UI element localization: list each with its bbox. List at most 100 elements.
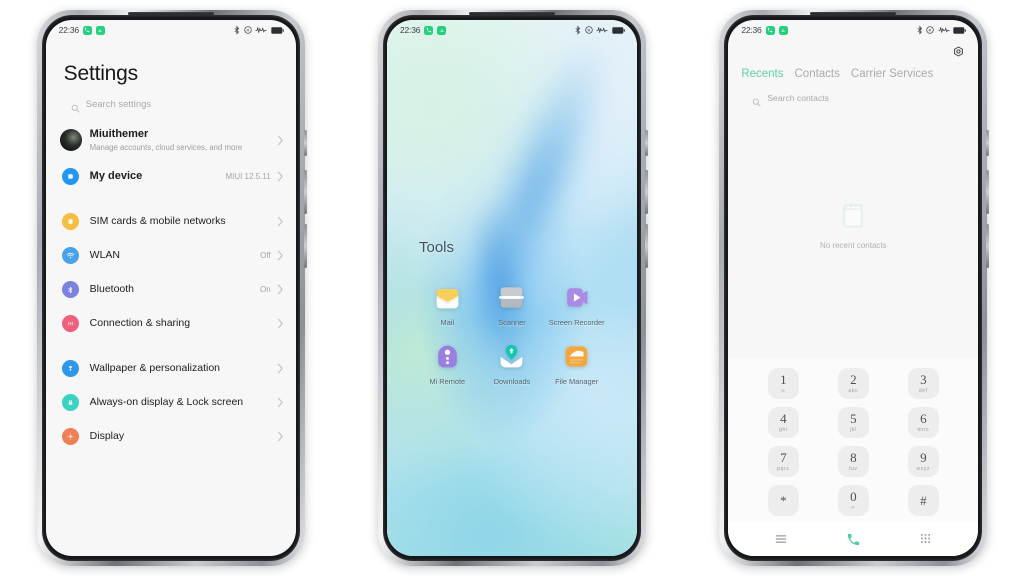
status-time: 22:36: [399, 25, 421, 35]
earpiece-speaker: [468, 12, 555, 15]
settings-row-wallpaper[interactable]: Wallpaper & personalization: [46, 352, 296, 386]
status-bar-right: R: [575, 25, 625, 35]
app-mi-remote[interactable]: Mi Remote: [415, 341, 480, 386]
earpiece-speaker: [810, 12, 897, 15]
download-badge-icon: [437, 25, 447, 35]
settings-label-display: Display: [89, 430, 125, 443]
settings-row-wlan[interactable]: WLAN Off: [46, 239, 296, 273]
lock-icon: [61, 394, 79, 412]
bluetooth-icon: [917, 25, 922, 35]
app-screen-recorder[interactable]: Screen Recorder: [544, 282, 609, 327]
dialpad-key-9[interactable]: 9 wxyz: [907, 446, 939, 477]
settings-row-always-on-display[interactable]: Always-on display & Lock screen: [46, 386, 296, 420]
dialpad-key-hash[interactable]: #: [907, 485, 939, 516]
dialpad-key-8[interactable]: 8 tuv: [837, 446, 869, 477]
chevron-right-icon: [277, 363, 284, 374]
dnd-icon: R: [244, 26, 252, 34]
phone-badge-icon: [424, 25, 434, 35]
menu-icon[interactable]: [774, 532, 788, 546]
power-button[interactable]: [986, 130, 990, 156]
dialpad-key-4-sub: ghi: [779, 426, 788, 433]
dialpad-key-6[interactable]: 6 mno: [907, 407, 939, 438]
settings-row-display[interactable]: Display: [46, 420, 296, 454]
volume-down-button[interactable]: [644, 224, 648, 268]
search-icon: [71, 100, 80, 113]
settings-row-account[interactable]: Miuithemer Manage accounts, cloud servic…: [46, 121, 296, 160]
download-badge-icon: [95, 25, 105, 35]
account-name: Miuithemer: [89, 128, 149, 140]
file-manager-icon: [561, 341, 592, 372]
settings-row-my-device[interactable]: My device MIUI 12.5.11: [46, 160, 296, 194]
status-bar: 22:36 R: [46, 20, 296, 40]
app-scanner[interactable]: Scanner: [480, 282, 545, 327]
chevron-right-icon: [277, 284, 284, 295]
bluetooth-icon: [575, 25, 581, 35]
settings-label-my-device: My device: [89, 170, 143, 182]
device-icon: [61, 168, 79, 186]
svg-text:R: R: [246, 28, 249, 33]
dialpad-key-0[interactable]: 0 +: [837, 485, 869, 516]
status-bar-right: R: [917, 25, 967, 35]
chevron-right-icon: [277, 397, 284, 408]
power-button[interactable]: [303, 130, 307, 156]
search-settings-field[interactable]: Search settings: [46, 86, 296, 113]
mi-remote-icon: [432, 341, 463, 372]
tab-carrier-services[interactable]: Carrier Services: [851, 68, 933, 80]
tab-contacts[interactable]: Contacts: [795, 68, 840, 80]
svg-text:R: R: [588, 28, 591, 33]
signal-wave-icon: [596, 27, 608, 33]
app-mail[interactable]: Mail: [415, 282, 480, 327]
empty-state: No recent contacts: [728, 103, 978, 358]
dialpad-key-5[interactable]: 5 jkl: [837, 407, 869, 438]
dialpad-key-5-num: 5: [850, 411, 857, 427]
app-label-scanner: Scanner: [498, 318, 526, 327]
dialpad-key-hash-num: #: [920, 493, 927, 508]
dialpad-key-2-sub: abc: [848, 387, 859, 394]
scanner-icon: [496, 282, 527, 313]
volume-up-button[interactable]: [644, 170, 648, 214]
chevron-right-icon: [277, 431, 284, 442]
dialpad-key-8-num: 8: [850, 450, 857, 466]
status-bar: 22:36 R: [728, 20, 978, 40]
settings-row-sim-cards[interactable]: SIM cards & mobile networks: [46, 205, 296, 239]
search-icon: [752, 94, 761, 106]
power-button[interactable]: [644, 130, 648, 156]
status-time: 22:36: [741, 25, 762, 35]
dialpad-key-7[interactable]: 7 pqrs: [767, 446, 799, 477]
dialpad-key-star[interactable]: *: [767, 485, 799, 516]
status-bar: 22:36 R: [387, 20, 637, 40]
phone-device-dialer: 22:36 R Recents Contacts Carrier Service…: [719, 10, 990, 566]
dialpad-key-0-num: 0: [850, 489, 857, 505]
settings-row-connection-sharing[interactable]: Connection & sharing: [46, 307, 296, 341]
download-badge-icon: [778, 25, 788, 35]
status-bar-left: 22:36: [741, 25, 788, 35]
call-icon[interactable]: [846, 532, 860, 546]
volume-down-button[interactable]: [986, 224, 990, 268]
app-label-downloads: Downloads: [493, 377, 531, 387]
dialpad-icon[interactable]: [919, 532, 933, 546]
dialpad-key-star-num: *: [780, 493, 787, 508]
settings-row-bluetooth[interactable]: Bluetooth On: [46, 273, 296, 307]
dialpad-key-4[interactable]: 4 ghi: [767, 407, 799, 438]
dialpad-key-2[interactable]: 2 abc: [837, 368, 869, 399]
settings-label-wlan: WLAN: [89, 249, 120, 262]
app-file-manager[interactable]: File Manager: [544, 341, 609, 386]
tab-recents[interactable]: Recents: [741, 68, 783, 80]
settings-label-wallpaper: Wallpaper & personalization: [89, 362, 221, 375]
dialpad-key-3[interactable]: 3 def: [907, 368, 939, 399]
settings-label-always-on-display: Always-on display & Lock screen: [89, 396, 244, 409]
volume-up-button[interactable]: [986, 170, 990, 214]
search-contacts-field[interactable]: Search contacts: [728, 80, 978, 106]
app-downloads[interactable]: Downloads: [480, 341, 545, 386]
settings-list: Miuithemer Manage accounts, cloud servic…: [45, 121, 296, 454]
gear-icon[interactable]: [951, 45, 966, 60]
dialpad-key-1[interactable]: 1 ∞: [767, 368, 799, 399]
volume-up-button[interactable]: [303, 170, 307, 214]
settings-group-connectivity: SIM cards & mobile networks WLAN Off Blu…: [45, 204, 296, 341]
dialpad-key-9-sub: wxyz: [916, 465, 931, 472]
dialpad-key-6-num: 6: [920, 411, 927, 427]
dialpad-key-8-sub: tuv: [849, 465, 858, 472]
display-icon: [61, 428, 79, 446]
volume-down-button[interactable]: [303, 224, 307, 268]
dialpad: 1 ∞ 2 abc 3 def 4 ghi 5 jkl 6 mno 7 pqrs…: [728, 358, 979, 522]
